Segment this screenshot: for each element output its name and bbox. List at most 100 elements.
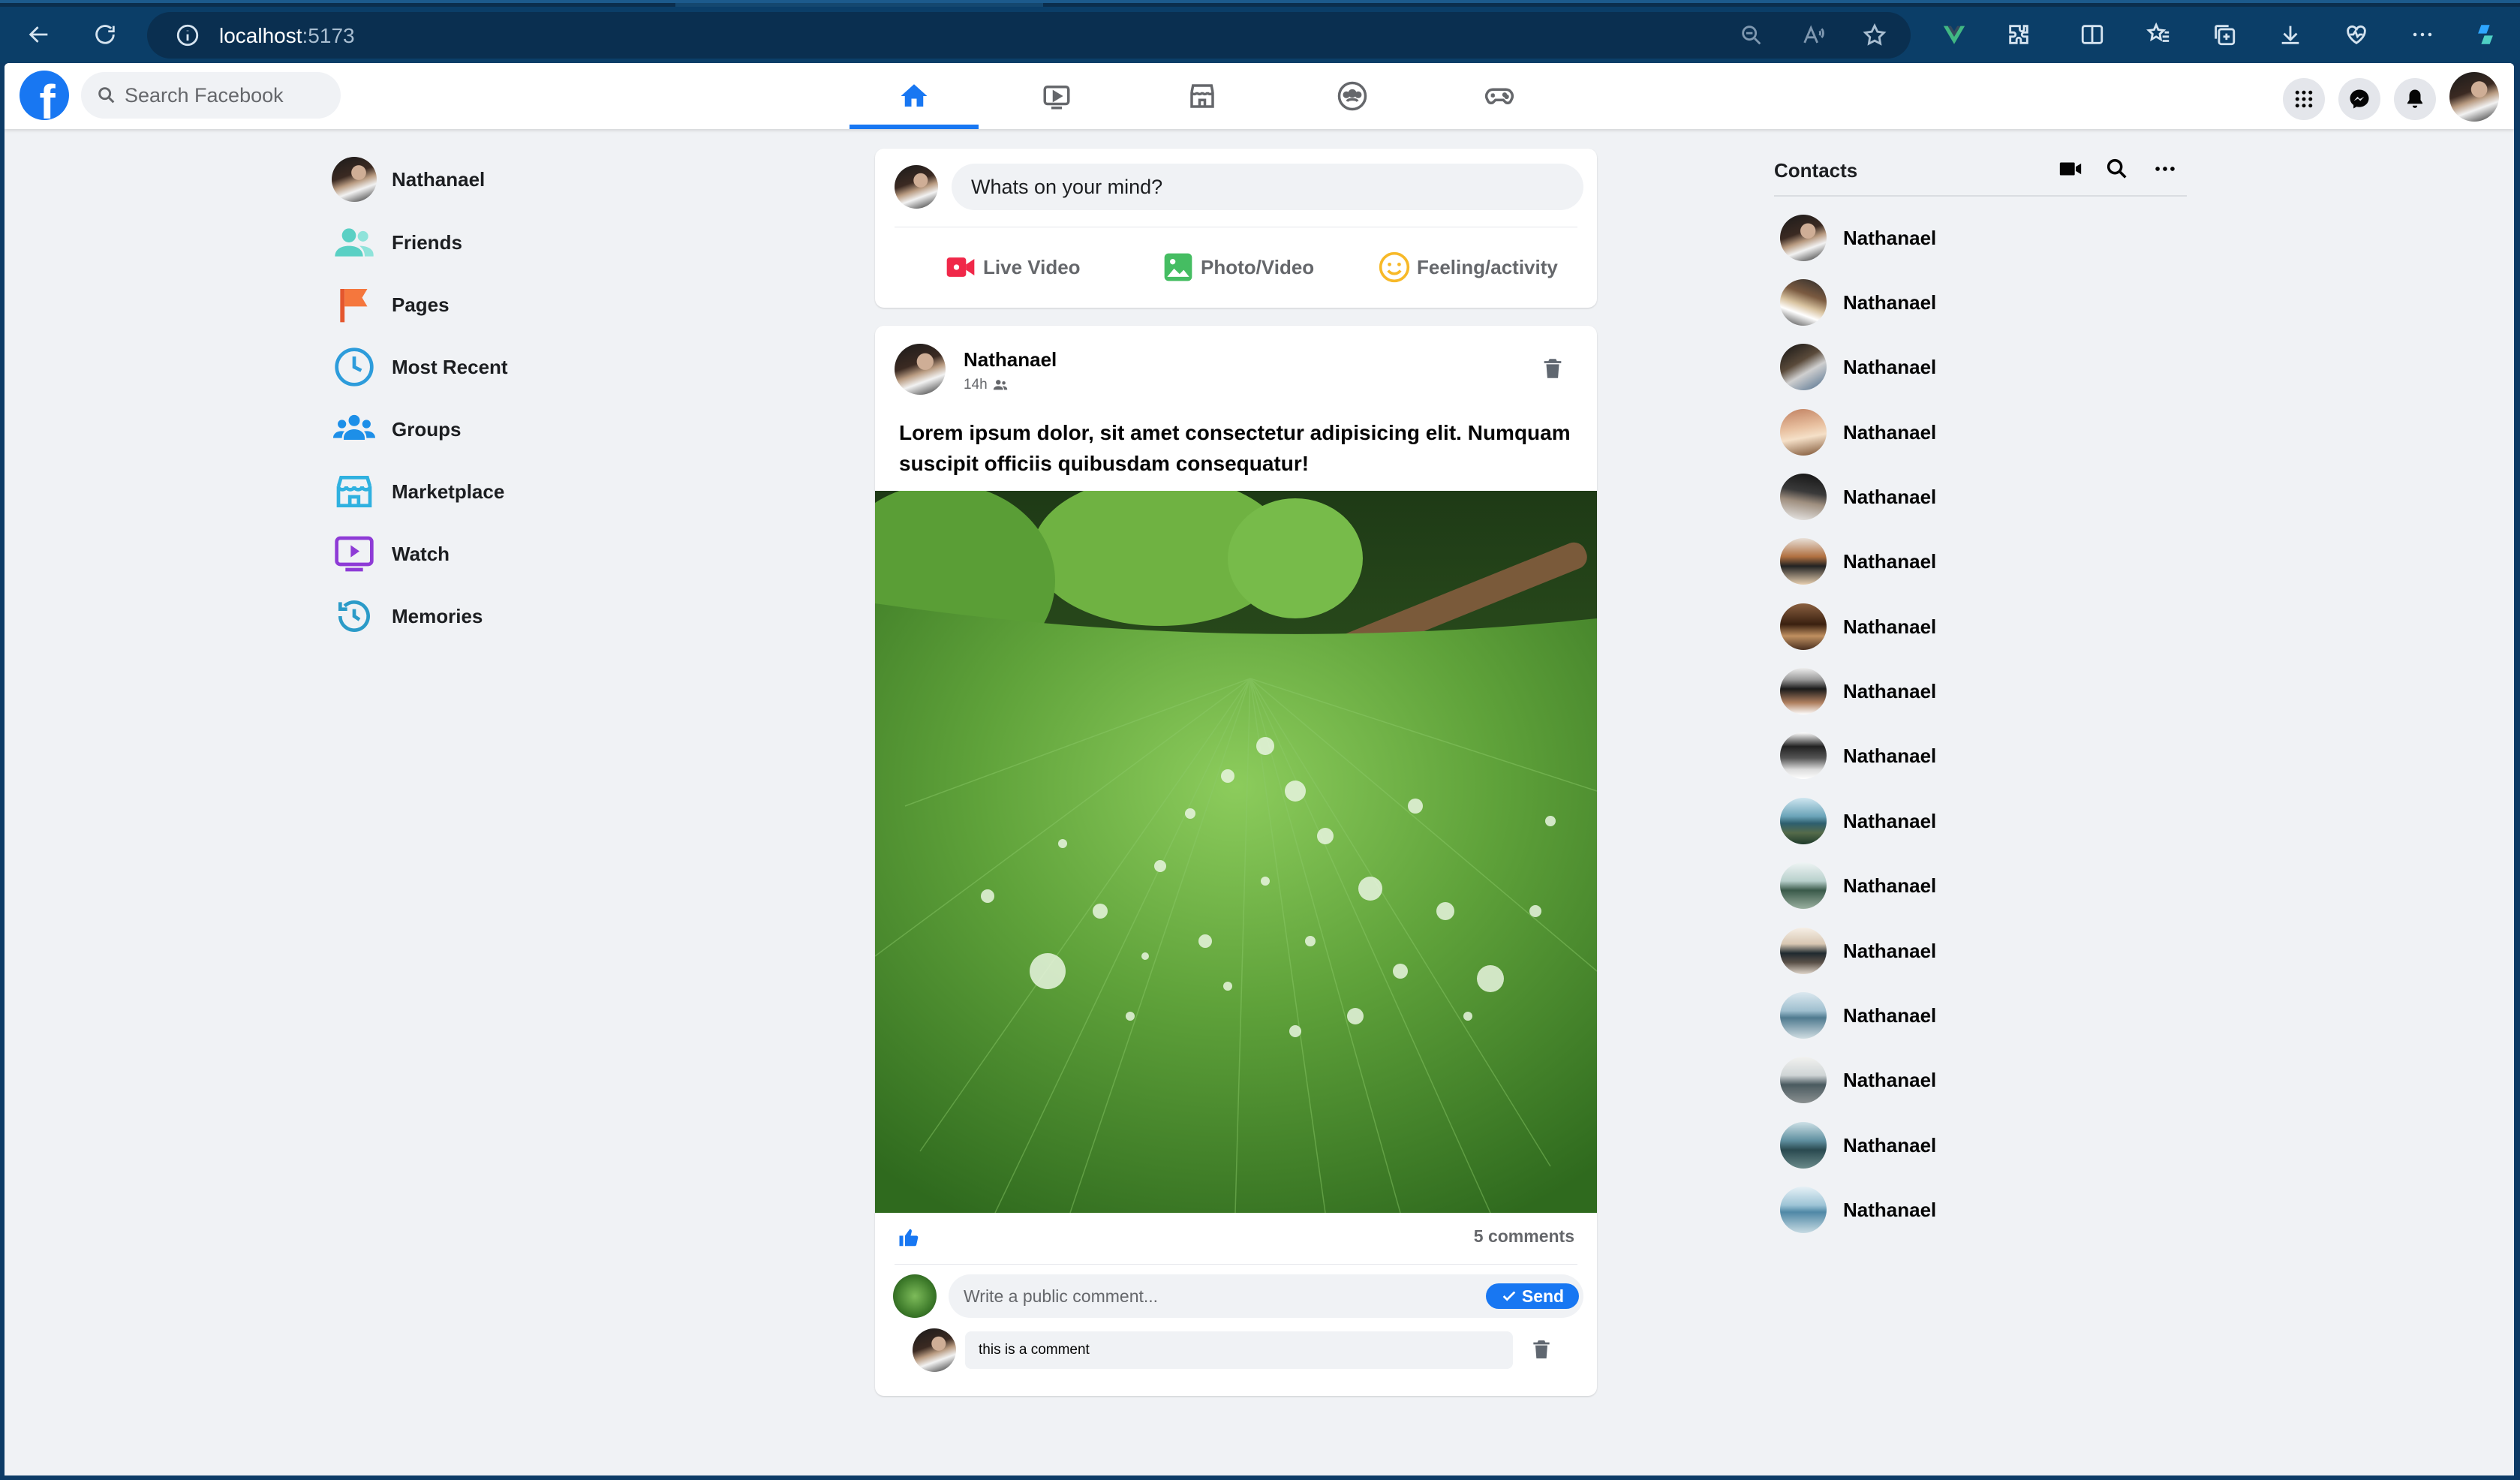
contact-item[interactable]: Nathanael	[1780, 1054, 2118, 1106]
contact-avatar	[1780, 1187, 1827, 1233]
back-icon[interactable]	[24, 20, 54, 50]
delete-post-icon[interactable]	[1540, 356, 1565, 381]
post-image[interactable]	[875, 491, 1597, 1213]
contact-name: Nathanael	[1843, 1133, 1937, 1157]
contact-avatar	[1780, 862, 1827, 909]
contact-item[interactable]: Nathanael	[1780, 1119, 2118, 1172]
contact-item[interactable]: Nathanael	[1780, 406, 2118, 459]
notifications-button[interactable]	[2394, 78, 2436, 120]
groups-icon	[332, 407, 377, 452]
download-icon[interactable]	[2275, 20, 2305, 50]
tab-groups[interactable]	[1288, 63, 1417, 129]
tab-gaming[interactable]	[1435, 63, 1564, 129]
marketplace-icon	[1190, 84, 1214, 108]
post-author[interactable]: Nathanael	[964, 348, 1057, 372]
contact-item[interactable]: Nathanael	[1780, 795, 2118, 847]
more-icon[interactable]	[2407, 20, 2437, 50]
favorite-star-icon[interactable]	[1860, 20, 1890, 50]
contact-name: Nathanael	[1843, 549, 1937, 573]
contact-item[interactable]: Nathanael	[1780, 341, 2118, 393]
contact-item[interactable]: Nathanael	[1780, 925, 2118, 977]
contact-item[interactable]: Nathanael	[1780, 600, 2118, 653]
contact-item[interactable]: Nathanael	[1780, 535, 2118, 588]
friends-icon	[332, 220, 377, 265]
contact-name: Nathanael	[1843, 615, 1937, 638]
menu-button[interactable]	[2283, 78, 2325, 120]
watch-icon	[1043, 86, 1070, 110]
copilot-icon[interactable]	[2470, 20, 2500, 50]
contact-item[interactable]: Nathanael	[1780, 729, 2118, 782]
comment-author-avatar	[913, 1328, 956, 1372]
smiley-icon	[1379, 251, 1410, 283]
search-input[interactable]	[125, 72, 335, 119]
contact-name: Nathanael	[1843, 420, 1937, 444]
feeling-activity-button[interactable]: Feeling/activity	[1378, 239, 1558, 296]
vue-devtools-icon[interactable]	[1939, 20, 1969, 50]
comments-count[interactable]: 5 comments	[1474, 1226, 1574, 1247]
sidebar-item-memories[interactable]: Memories	[332, 590, 647, 642]
sidebar-item-label: Marketplace	[392, 480, 505, 503]
tab-watch[interactable]	[992, 63, 1121, 129]
composer-input[interactable]: Whats on your mind?	[952, 164, 1583, 210]
sidebar-item-profile[interactable]: Nathanael	[332, 153, 647, 206]
contact-item[interactable]: Nathanael	[1780, 471, 2118, 523]
author-avatar[interactable]	[895, 344, 946, 395]
tab-marketplace[interactable]	[1138, 63, 1267, 129]
sidebar-item-most-recent[interactable]: Most Recent	[332, 341, 647, 393]
send-button[interactable]: Send	[1486, 1283, 1579, 1309]
contact-item[interactable]: Nathanael	[1780, 1184, 2118, 1236]
check-icon	[1502, 1291, 1516, 1301]
comment-bubble: this is a comment	[965, 1331, 1513, 1369]
contact-item[interactable]: Nathanael	[1780, 276, 2118, 329]
contact-item[interactable]: Nathanael	[1780, 859, 2118, 912]
zoom-icon[interactable]	[1737, 20, 1767, 50]
contact-avatar	[1780, 215, 1827, 261]
profile-avatar[interactable]	[2449, 72, 2499, 122]
contact-name: Nathanael	[1843, 744, 1937, 767]
facebook-header: f	[5, 63, 2514, 129]
more-options-icon[interactable]	[2152, 156, 2178, 182]
messenger-button[interactable]	[2338, 78, 2380, 120]
contact-avatar	[1780, 409, 1827, 456]
contact-name: Nathanael	[1843, 809, 1937, 832]
info-icon[interactable]	[173, 20, 203, 50]
contact-avatar	[1780, 344, 1827, 390]
sidebar-item-watch[interactable]: Watch	[332, 528, 647, 580]
health-icon[interactable]	[2341, 20, 2371, 50]
feeling-activity-label: Feeling/activity	[1417, 255, 1558, 278]
refresh-icon[interactable]	[90, 20, 120, 50]
divider	[895, 1264, 1577, 1265]
search-contacts-icon[interactable]	[2104, 156, 2130, 182]
sidebar-item-label: Groups	[392, 417, 462, 441]
contact-item[interactable]: Nathanael	[1780, 665, 2118, 717]
extensions-icon[interactable]	[2004, 20, 2034, 50]
url-text[interactable]: localhost:5173	[219, 24, 355, 48]
home-icon	[901, 84, 928, 107]
read-aloud-icon[interactable]	[1798, 20, 1828, 50]
like-icon[interactable]	[898, 1226, 920, 1249]
contact-item[interactable]: Nathanael	[1780, 212, 2118, 264]
sidebar-item-groups[interactable]: Groups	[332, 403, 647, 456]
facebook-logo-icon[interactable]: f	[20, 71, 69, 120]
live-video-button[interactable]: Live Video	[944, 239, 1081, 296]
comment-input[interactable]	[964, 1274, 1444, 1318]
collections-icon[interactable]	[2209, 20, 2239, 50]
sidebar-item-pages[interactable]: Pages	[332, 278, 647, 331]
split-screen-icon[interactable]	[2077, 20, 2107, 50]
sidebar-item-marketplace[interactable]: Marketplace	[332, 465, 647, 518]
photo-video-button[interactable]: Photo/Video	[1162, 239, 1314, 296]
address-bar[interactable]: localhost:5173	[147, 12, 1911, 59]
favorites-icon[interactable]	[2143, 20, 2173, 50]
delete-comment-icon[interactable]	[1529, 1337, 1553, 1361]
contact-item[interactable]: Nathanael	[1780, 989, 2118, 1042]
post-timestamp: 14h	[964, 377, 1009, 393]
grid-menu-icon	[2295, 90, 2313, 108]
history-icon	[332, 594, 377, 639]
page-viewport: f Nathanael	[5, 63, 2514, 1475]
sidebar-item-friends[interactable]: Friends	[332, 216, 647, 269]
search-box[interactable]	[81, 72, 341, 119]
contact-name: Nathanael	[1843, 485, 1937, 508]
contact-avatar	[1780, 603, 1827, 650]
video-call-icon[interactable]	[2058, 156, 2083, 182]
tab-home[interactable]	[850, 63, 979, 129]
